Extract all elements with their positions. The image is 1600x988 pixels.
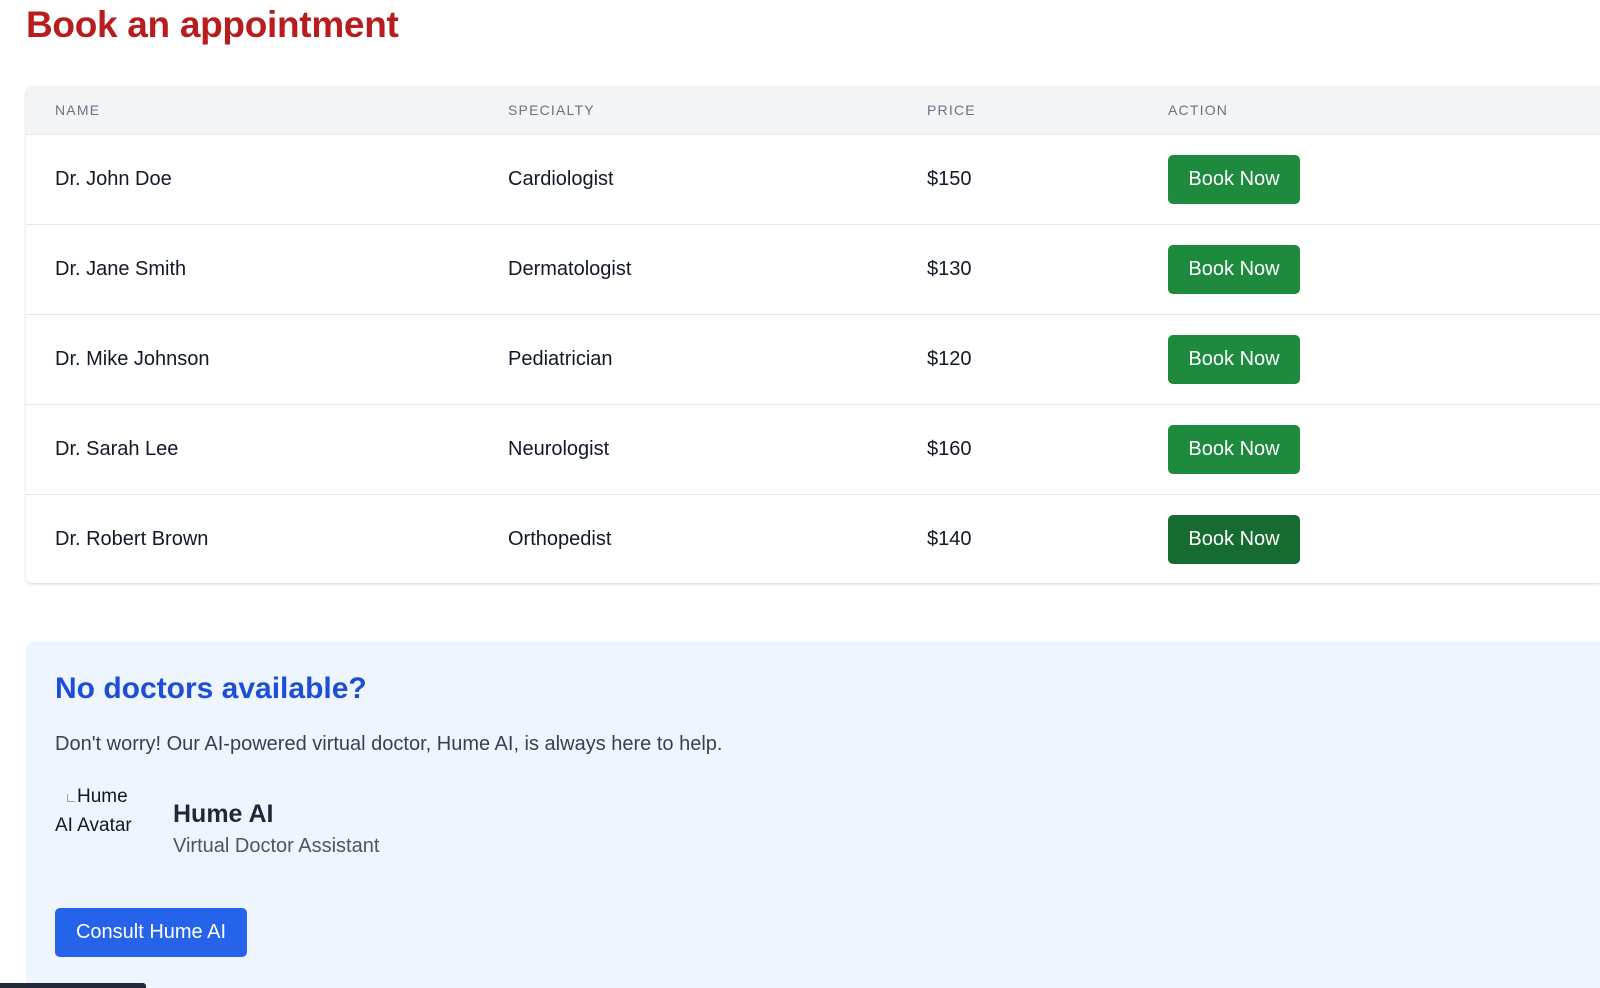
book-now-button[interactable]: Book Now xyxy=(1168,245,1300,294)
broken-image-icon xyxy=(67,794,75,802)
table-row: Dr. Sarah Lee Neurologist $160 Book Now xyxy=(26,404,1600,494)
table-row: Dr. Robert Brown Orthopedist $140 Book N… xyxy=(26,494,1600,583)
book-now-button[interactable]: Book Now xyxy=(1168,155,1300,204)
doctor-specialty: Pediatrician xyxy=(508,348,613,370)
action-cell: Book Now xyxy=(1168,425,1600,474)
header-action: ACTION xyxy=(1168,102,1229,118)
header-price: PRICE xyxy=(927,102,976,118)
doctor-price: $160 xyxy=(927,438,972,460)
page-title: Book an appointment xyxy=(26,4,399,45)
ai-section-description: Don't worry! Our AI-powered virtual doct… xyxy=(55,733,723,755)
doctor-specialty: Cardiologist xyxy=(508,168,614,190)
table-row: Dr. Jane Smith Dermatologist $130 Book N… xyxy=(26,224,1600,314)
doctor-name: Dr. Mike Johnson xyxy=(55,348,210,370)
book-now-button[interactable]: Book Now xyxy=(1168,335,1300,384)
action-cell: Book Now xyxy=(1168,155,1600,204)
doctor-name: Dr. John Doe xyxy=(55,168,172,190)
doctors-table: NAME SPECIALTY PRICE ACTION Dr. John Doe… xyxy=(26,86,1600,583)
book-now-button[interactable]: Book Now xyxy=(1168,515,1300,564)
doctor-name: Dr. Sarah Lee xyxy=(55,438,179,460)
doctor-price: $150 xyxy=(927,168,972,190)
ai-doctor-card: No doctors available? Don't worry! Our A… xyxy=(26,642,1600,988)
action-cell: Book Now xyxy=(1168,245,1600,294)
doctor-specialty: Dermatologist xyxy=(508,258,632,280)
scrollbar[interactable] xyxy=(0,983,146,988)
avatar: Hume AI Avatar xyxy=(55,782,147,852)
doctor-specialty: Neurologist xyxy=(508,438,610,460)
book-now-button[interactable]: Book Now xyxy=(1168,425,1300,474)
ai-subtitle: Virtual Doctor Assistant xyxy=(173,835,380,857)
header-specialty: SPECIALTY xyxy=(508,102,595,118)
doctor-name: Dr. Robert Brown xyxy=(55,528,209,550)
ai-name: Hume AI xyxy=(173,800,274,828)
table-row: Dr. John Doe Cardiologist $150 Book Now xyxy=(26,134,1600,224)
ai-section-title: No doctors available? xyxy=(55,672,367,705)
table-row: Dr. Mike Johnson Pediatrician $120 Book … xyxy=(26,314,1600,404)
action-cell: Book Now xyxy=(1168,515,1600,564)
consult-hume-ai-button[interactable]: Consult Hume AI xyxy=(55,908,247,957)
action-cell: Book Now xyxy=(1168,335,1600,384)
doctor-specialty: Orthopedist xyxy=(508,528,612,550)
doctor-price: $130 xyxy=(927,258,972,280)
page: Book an appointment NAME SPECIALTY PRICE… xyxy=(0,0,1600,988)
header-name: NAME xyxy=(55,102,101,118)
doctor-price: $120 xyxy=(927,348,972,370)
doctor-price: $140 xyxy=(927,528,972,550)
table-header: NAME SPECIALTY PRICE ACTION xyxy=(26,86,1600,134)
doctor-name: Dr. Jane Smith xyxy=(55,258,187,280)
